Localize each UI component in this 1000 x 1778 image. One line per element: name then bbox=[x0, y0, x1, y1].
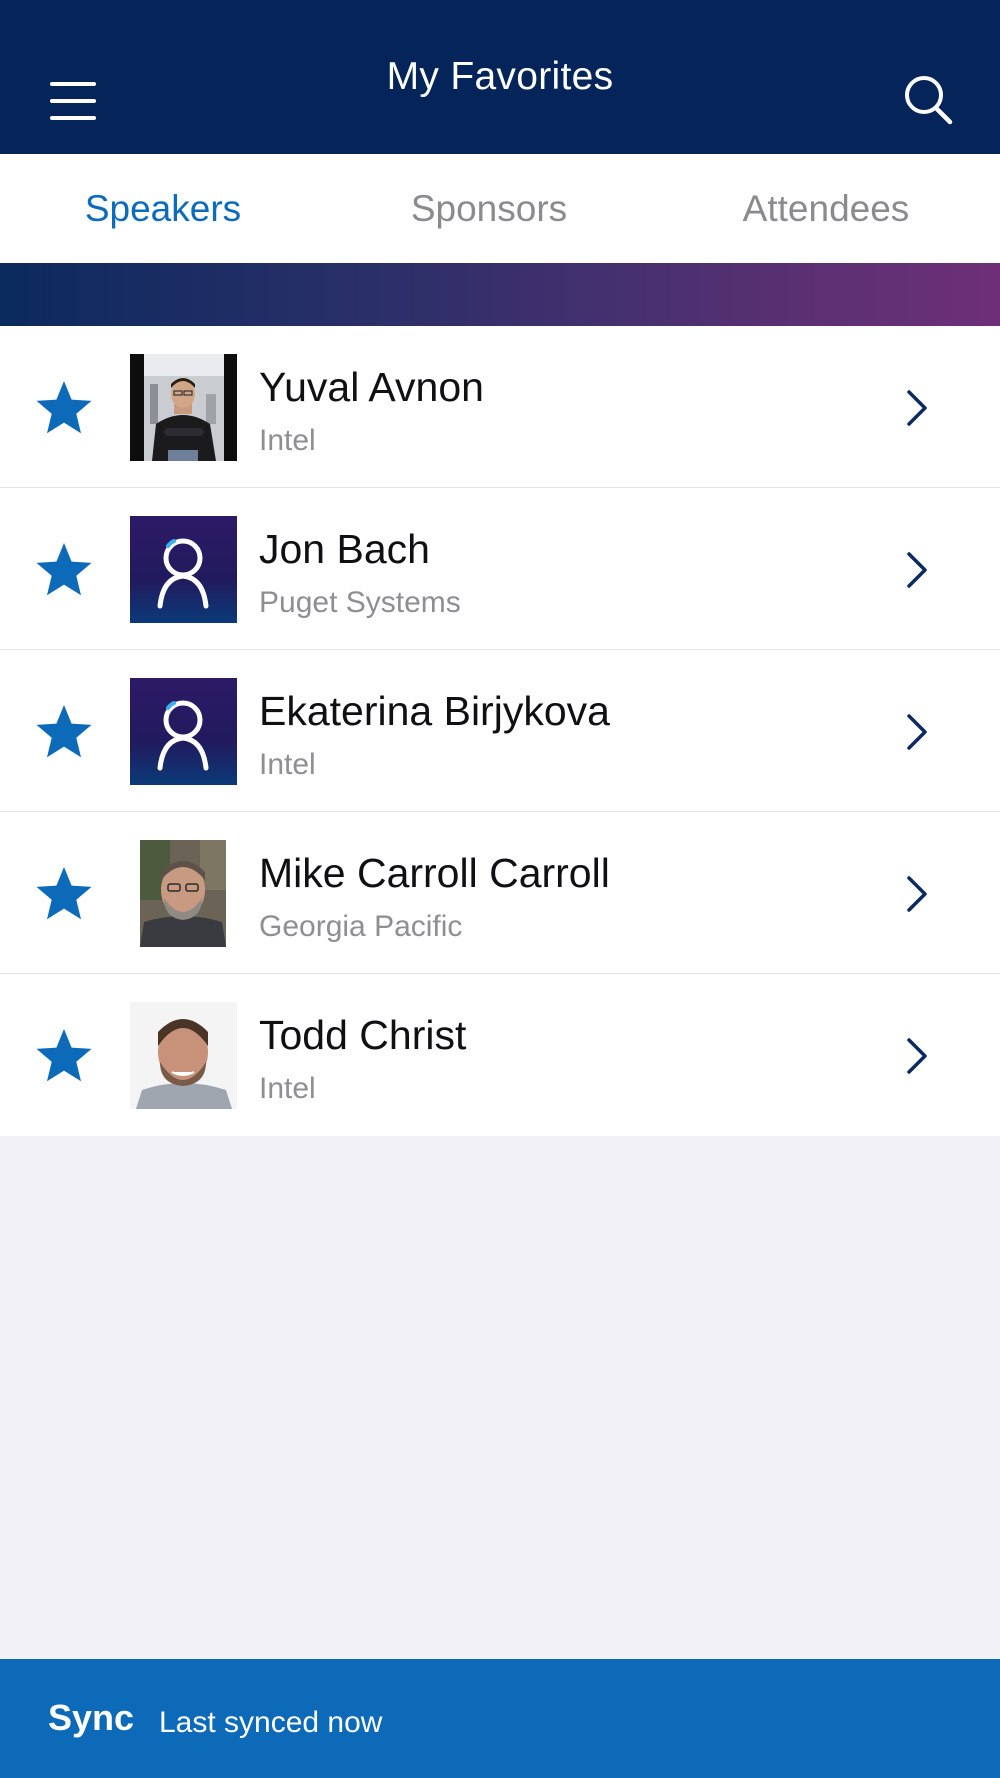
menu-line bbox=[50, 99, 96, 103]
star-icon[interactable] bbox=[34, 539, 94, 599]
speaker-name: Jon Bach bbox=[259, 526, 430, 572]
speaker-company: Puget Systems bbox=[259, 586, 461, 619]
app-header: My Favorites bbox=[0, 0, 1000, 154]
chevron-right-icon bbox=[907, 390, 927, 426]
sync-button[interactable]: Sync bbox=[48, 1697, 134, 1739]
tab-bar: Speakers Sponsors Attendees bbox=[0, 154, 1000, 263]
sync-bar: Sync Last synced now bbox=[0, 1659, 1000, 1778]
speaker-name: Mike Carroll Carroll bbox=[259, 850, 610, 896]
chevron-right-icon bbox=[907, 714, 927, 750]
list-item[interactable]: Mike Carroll Carroll Georgia Pacific bbox=[0, 812, 1000, 974]
list-item[interactable]: Todd Christ Intel bbox=[0, 974, 1000, 1136]
search-icon bbox=[905, 76, 953, 125]
star-icon[interactable] bbox=[34, 863, 94, 923]
tab-attendees[interactable]: Attendees bbox=[652, 154, 1000, 263]
speaker-company: Intel bbox=[259, 1072, 316, 1105]
menu-line bbox=[50, 82, 96, 86]
star-icon[interactable] bbox=[34, 377, 94, 437]
speaker-company: Intel bbox=[259, 424, 316, 457]
star-icon[interactable] bbox=[34, 701, 94, 761]
star-icon[interactable] bbox=[34, 1025, 94, 1085]
list-item[interactable]: Ekaterina Birjykova Intel bbox=[0, 650, 1000, 812]
menu-button[interactable] bbox=[42, 76, 104, 126]
page-title: My Favorites bbox=[386, 55, 614, 98]
avatar bbox=[130, 678, 237, 785]
speaker-list: Yuval Avnon Intel Jon Bach Puget Systems… bbox=[0, 326, 1000, 1136]
avatar bbox=[130, 1002, 237, 1109]
search-button[interactable] bbox=[898, 70, 960, 132]
sync-status: Last synced now bbox=[159, 1706, 383, 1739]
list-item[interactable]: Yuval Avnon Intel bbox=[0, 326, 1000, 488]
avatar bbox=[130, 516, 237, 623]
menu-line bbox=[50, 116, 96, 120]
speaker-company: Intel bbox=[259, 748, 316, 781]
speaker-company: Georgia Pacific bbox=[259, 910, 463, 943]
avatar bbox=[130, 840, 237, 947]
tab-sponsors[interactable]: Sponsors bbox=[326, 154, 652, 263]
avatar bbox=[130, 354, 237, 461]
list-item[interactable]: Jon Bach Puget Systems bbox=[0, 488, 1000, 650]
chevron-right-icon bbox=[907, 552, 927, 588]
tab-speakers[interactable]: Speakers bbox=[0, 154, 326, 263]
speaker-name: Ekaterina Birjykova bbox=[259, 688, 610, 734]
speaker-name: Todd Christ bbox=[259, 1012, 467, 1058]
chevron-right-icon bbox=[907, 876, 927, 912]
speaker-name: Yuval Avnon bbox=[259, 364, 484, 410]
chevron-right-icon bbox=[907, 1038, 927, 1074]
gradient-banner bbox=[0, 263, 1000, 326]
